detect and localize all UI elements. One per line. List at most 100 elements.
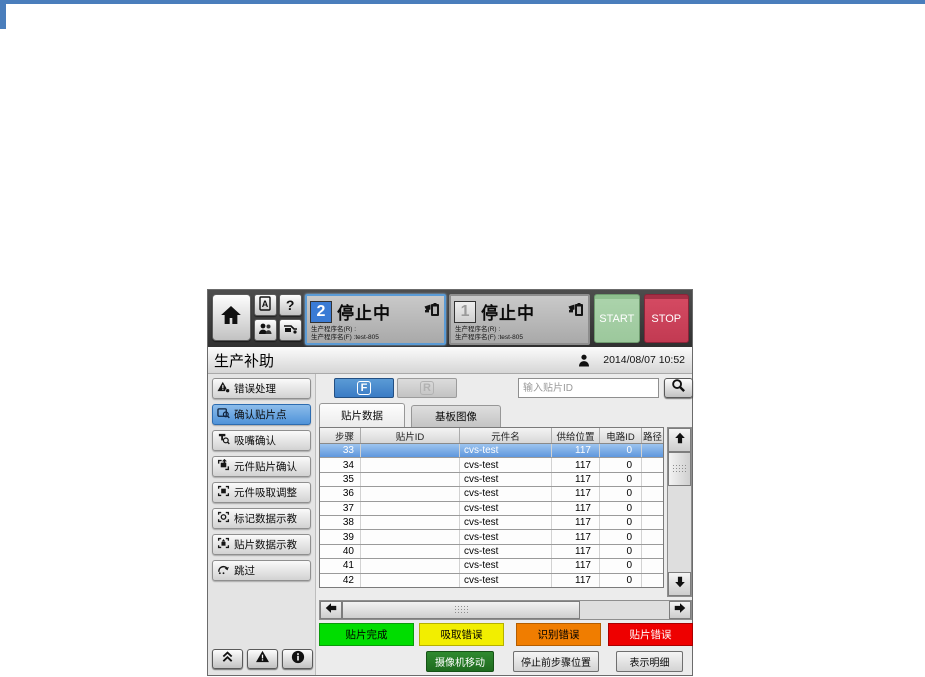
feeder-cart-button[interactable] bbox=[278, 319, 302, 341]
cell-step: 39 bbox=[320, 530, 361, 544]
sidebar-item-label: 元件贴片确认 bbox=[234, 461, 297, 473]
operator-icon bbox=[578, 354, 590, 372]
table-row[interactable]: 39 cvs-test 117 0 bbox=[320, 529, 663, 544]
scroll-down-icon bbox=[673, 575, 687, 594]
warning-icon bbox=[255, 650, 270, 668]
column-header-step: 步骤 bbox=[320, 428, 361, 443]
cell-step: 40 bbox=[320, 544, 361, 559]
legend-placement-done: 贴片完成 bbox=[319, 623, 414, 646]
search-button[interactable] bbox=[664, 378, 693, 398]
cell-path bbox=[642, 473, 663, 486]
sidebar-item-error-handling[interactable]: 错误处理 bbox=[212, 378, 311, 399]
cell-step: 35 bbox=[320, 472, 361, 487]
cell-feed-pos: 117 bbox=[552, 544, 600, 559]
operators-icon bbox=[258, 322, 273, 338]
horizontal-scrollbar[interactable] bbox=[319, 600, 692, 620]
cell-chip-id bbox=[361, 544, 460, 559]
camera-move-button[interactable]: 摄像机移动 bbox=[426, 651, 494, 672]
table-row[interactable]: 38 cvs-test 117 0 bbox=[320, 515, 663, 530]
tab-board-image[interactable]: 基板图像 bbox=[411, 405, 501, 427]
scroll-left-icon bbox=[324, 601, 338, 620]
scroll-up-button[interactable] bbox=[668, 428, 691, 452]
cell-part-name: cvs-test bbox=[460, 516, 552, 530]
cell-feed-pos: 117 bbox=[552, 501, 600, 516]
sidebar-item-mark-data-teach[interactable]: 标记数据示教 bbox=[212, 508, 311, 529]
table-row[interactable]: 34 cvs-test 117 0 bbox=[320, 457, 663, 472]
scroll-down-button[interactable] bbox=[668, 572, 691, 596]
cell-part-name: cvs-test bbox=[460, 573, 552, 588]
scroll-left-button[interactable] bbox=[320, 601, 342, 619]
home-icon bbox=[219, 303, 243, 332]
operators-button[interactable] bbox=[253, 319, 277, 341]
pre-stop-position-button[interactable]: 停止前步骤位置 bbox=[513, 651, 599, 672]
table-row[interactable]: 35 cvs-test 117 0 bbox=[320, 471, 663, 487]
sidebar-item-component-pickup-adjust[interactable]: 元件吸取调整 bbox=[212, 482, 311, 503]
home-button[interactable] bbox=[212, 294, 251, 341]
machine-ui-window: A ? 2 停止中 生产程序名(R): 生产程序名(F):test-805 … bbox=[207, 289, 693, 676]
cell-step: 42 bbox=[320, 573, 361, 588]
vertical-scrollbar[interactable] bbox=[667, 427, 692, 597]
datetime-label: 2014/08/07 10:52 bbox=[603, 354, 685, 366]
chip-id-search-input[interactable] bbox=[518, 378, 659, 398]
cell-step: 38 bbox=[320, 516, 361, 530]
table-row[interactable]: 37 cvs-test 117 0 bbox=[320, 500, 663, 516]
cell-circuit-id: 0 bbox=[600, 559, 642, 573]
cell-feed-pos: 117 bbox=[552, 487, 600, 501]
cell-feed-pos: 117 bbox=[552, 444, 600, 458]
cell-chip-id bbox=[361, 472, 460, 487]
column-header-circuit-id: 电路ID bbox=[600, 428, 642, 443]
horizontal-scroll-thumb[interactable] bbox=[342, 601, 580, 619]
start-button[interactable]: START bbox=[594, 294, 640, 343]
table-row[interactable]: 40 cvs-test 117 0 bbox=[320, 543, 663, 559]
sidebar-item-nozzle-confirm[interactable]: 吸嘴确认 bbox=[212, 430, 311, 451]
help-button[interactable]: ? bbox=[278, 294, 302, 316]
tab-placement-data[interactable]: 贴片数据 bbox=[319, 403, 405, 427]
show-detail-button[interactable]: 表示明细 bbox=[616, 651, 683, 672]
error-handling-icon bbox=[217, 381, 231, 396]
sidebar-item-skip[interactable]: 跳过 bbox=[212, 560, 311, 581]
program-name-front: 生产程序名(F) :test-805 bbox=[310, 334, 379, 341]
cell-part-name: cvs-test bbox=[460, 444, 552, 458]
sidebar-item-confirm-placement-point[interactable]: 确认贴片点 bbox=[212, 404, 311, 425]
sidebar-item-label: 跳过 bbox=[234, 565, 255, 577]
collapse-button[interactable] bbox=[212, 649, 243, 669]
table-row[interactable]: 33 cvs-test 117 0 bbox=[320, 444, 663, 458]
cell-chip-id bbox=[361, 501, 460, 516]
placement-table: 步骤 贴片ID 元件名 供给位置 电路ID 路径 33 cvs-test 117 0 3… bbox=[319, 427, 664, 588]
info-icon bbox=[291, 650, 305, 669]
legend-pickup-error: 吸取错误 bbox=[419, 623, 504, 646]
front-lane-button[interactable]: F bbox=[334, 378, 394, 398]
sidebar-item-label: 贴片数据示教 bbox=[234, 539, 297, 551]
window-header: A ? 2 停止中 生产程序名(R): 生产程序名(F):test-805 … bbox=[208, 290, 692, 347]
rear-lane-button[interactable]: R bbox=[397, 378, 457, 398]
skip-icon bbox=[217, 563, 230, 578]
machine-number: 2 bbox=[309, 300, 332, 323]
machine-status-1[interactable]: 1 停止中 生产程序名(R) : 生产程序名(F) :test-805 bbox=[449, 294, 591, 345]
sidebar-item-label: 错误处理 bbox=[234, 383, 276, 395]
accent-rule bbox=[0, 0, 925, 4]
horizontal-scroll-track[interactable] bbox=[580, 601, 669, 619]
placement-teach-icon bbox=[217, 537, 230, 552]
table-row[interactable]: 42 cvs-test 117 0 bbox=[320, 572, 663, 588]
vertical-scroll-track[interactable] bbox=[668, 486, 691, 572]
scroll-right-button[interactable] bbox=[669, 601, 691, 619]
cell-path bbox=[642, 516, 663, 529]
component-pickup-icon bbox=[217, 485, 230, 500]
machine-status-text: 停止中 bbox=[336, 304, 391, 323]
machine-status-2[interactable]: 2 停止中 生产程序名(R) : 生产程序名(F) :test-805 bbox=[304, 294, 447, 345]
help-icon: ? bbox=[285, 297, 295, 313]
info-button[interactable] bbox=[282, 649, 313, 669]
legend-recognize-error: 识别错误 bbox=[516, 623, 601, 646]
table-row[interactable]: 41 cvs-test 117 0 bbox=[320, 558, 663, 573]
stop-button[interactable]: STOP bbox=[643, 294, 689, 343]
cell-chip-id bbox=[361, 516, 460, 530]
sidebar-item-component-placement-confirm[interactable]: 元件贴片确认 bbox=[212, 456, 311, 477]
warning-button[interactable] bbox=[247, 649, 278, 669]
vertical-scroll-thumb[interactable] bbox=[668, 452, 691, 486]
cell-chip-id bbox=[361, 573, 460, 588]
report-button[interactable]: A bbox=[253, 294, 277, 316]
sidebar-footer bbox=[212, 649, 313, 669]
cell-part-name: cvs-test bbox=[460, 487, 552, 501]
sidebar-item-placement-data-teach[interactable]: 贴片数据示教 bbox=[212, 534, 311, 555]
table-row[interactable]: 36 cvs-test 117 0 bbox=[320, 486, 663, 501]
